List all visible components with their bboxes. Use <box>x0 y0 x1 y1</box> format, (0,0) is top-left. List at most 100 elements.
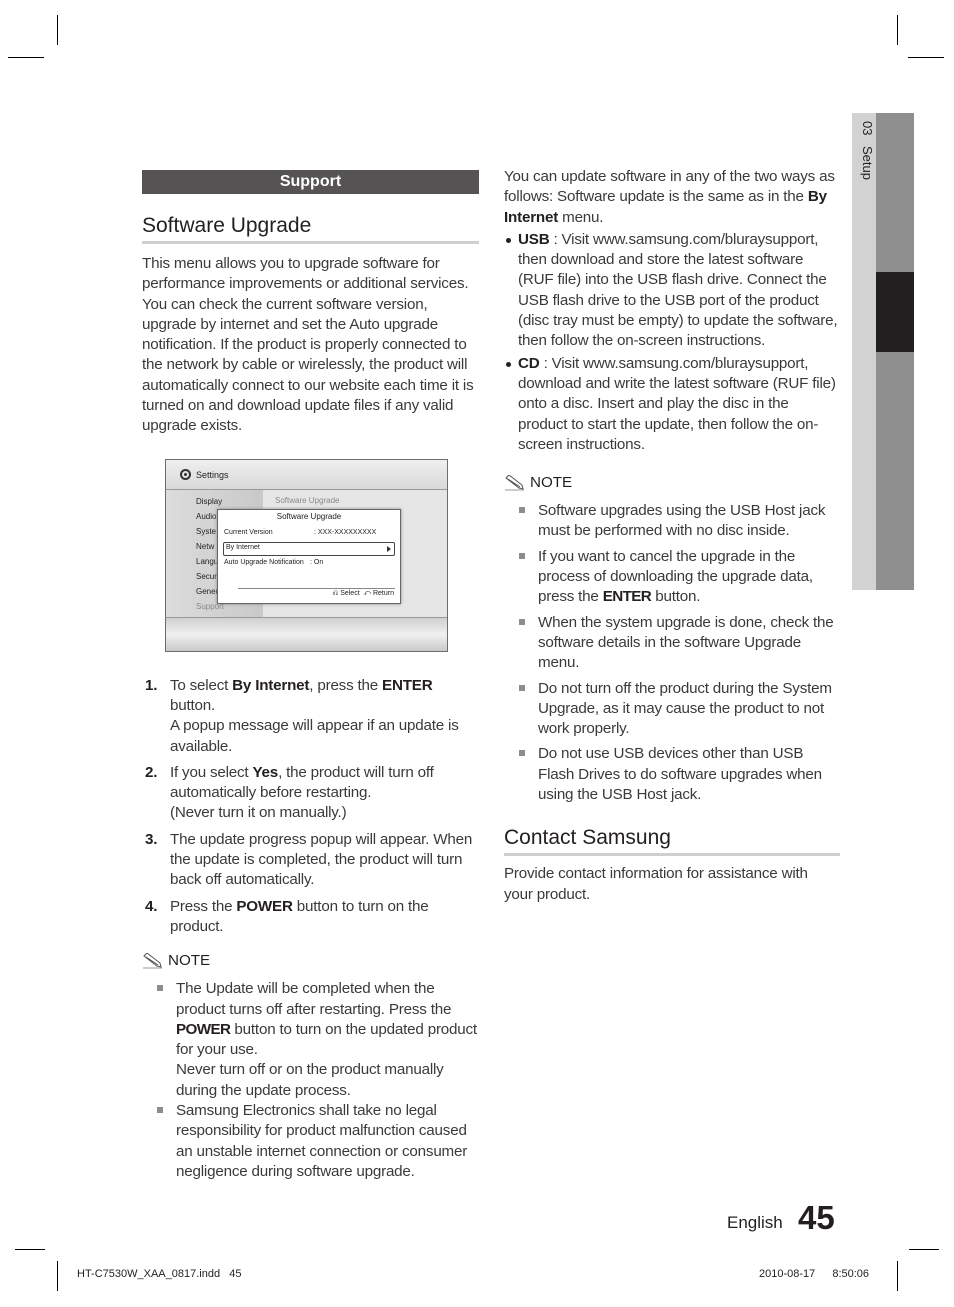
intro-text: You can update software in any of the tw… <box>504 168 835 206</box>
right-pane-title: Software Upgrade <box>275 495 340 505</box>
note-item: If you want to cancel the upgrade in the… <box>504 547 840 608</box>
chapter-tab-active-marker <box>876 272 914 352</box>
screen-header: Settings <box>166 459 447 490</box>
popup-divider <box>238 587 395 589</box>
note-label: NOTE <box>168 952 211 970</box>
step-item: 3. The update progress popup will appear… <box>142 830 479 891</box>
step-text: To select <box>170 676 233 694</box>
by-internet-label: By Internet <box>226 543 260 551</box>
note-text: When the system upgrade is done, check t… <box>538 613 834 672</box>
step-text: Press the <box>170 897 237 915</box>
bullet-icon <box>506 237 511 243</box>
menu-item: Syste <box>196 526 217 536</box>
slug-time: 8:50:06 <box>832 1268 870 1280</box>
note-heading: NOTE <box>504 473 840 493</box>
return-icon: ↶ <box>363 589 372 597</box>
step-bold: By Internet <box>232 676 310 694</box>
method-label: CD <box>518 354 540 372</box>
method-item: CD : Visit www.samsung.com/bluraysupport… <box>504 354 840 455</box>
update-methods-list: USB : Visit www.samsung.com/bluraysuppor… <box>504 230 840 455</box>
note-item: Do not turn off the product during the S… <box>504 679 840 740</box>
current-version-label: Current Version <box>224 528 273 536</box>
menu-item: Langu <box>196 556 219 566</box>
note-text: Software upgrades using the USB Host jac… <box>538 502 826 540</box>
note-bold: ENTER <box>602 588 652 606</box>
note-item: The Update will be completed when the pr… <box>142 979 479 1101</box>
step-text: If you select <box>170 763 253 781</box>
square-bullet-icon <box>519 684 525 691</box>
note-text: Do not turn off the product during the S… <box>538 679 832 738</box>
step-text: , press the <box>309 676 383 694</box>
note-heading: NOTE <box>142 951 479 971</box>
popup-title: Software Upgrade <box>276 511 342 521</box>
pencil-note-icon <box>143 953 162 969</box>
crop-mark <box>909 1249 939 1250</box>
step-bold: POWER <box>236 897 293 915</box>
step-number: 1. <box>145 676 158 694</box>
auto-upgrade-label: Auto Upgrade Notification <box>224 558 304 566</box>
crop-mark <box>897 15 898 45</box>
step-bold: ENTER <box>382 676 433 694</box>
enter-key-icon: ⎌ <box>332 589 339 597</box>
contact-heading: Contact Samsung <box>504 825 840 857</box>
chapter-tab-light <box>852 113 876 590</box>
note-text: The Update will be completed when the pr… <box>176 980 452 1018</box>
square-bullet-icon <box>519 552 525 559</box>
note-item: Software upgrades using the USB Host jac… <box>504 501 840 542</box>
page-number: 45 <box>798 1199 835 1236</box>
chapter-tab-label: 03 Setup <box>853 121 875 180</box>
method-item: USB : Visit www.samsung.com/bluraysuppor… <box>504 230 840 352</box>
chapter-title: Setup <box>860 146 875 181</box>
note-item: Do not use USB devices other than USB Fl… <box>504 744 840 805</box>
intro-paragraph: This menu allows you to upgrade software… <box>142 255 474 435</box>
chapter-number: 03 <box>860 121 875 136</box>
note-extra: Never turn off or on the product manuall… <box>176 1061 444 1099</box>
bullet-icon <box>506 361 511 367</box>
arrow-right-icon <box>387 545 391 552</box>
right-column: You can update software in any of the tw… <box>504 167 840 905</box>
slug-timestamp: 2010-08-17 8:50:06 <box>759 1268 869 1280</box>
step-item: 4. Press the POWER button to turn on the… <box>142 897 479 938</box>
by-internet-option: By Internet <box>223 541 395 556</box>
square-bullet-icon <box>519 750 525 757</box>
page-language: English <box>727 1213 783 1232</box>
menu-item: Audio <box>196 511 217 521</box>
step-extra: (Never turn it on manually.) <box>170 804 347 822</box>
step-number: 2. <box>145 763 158 781</box>
method-text: : Visit www.samsung.com/bluraysupport, t… <box>518 230 838 350</box>
square-bullet-icon <box>157 985 163 992</box>
crop-mark <box>8 57 44 58</box>
note-item: Samsung Electronics shall take no legal … <box>142 1101 479 1182</box>
return-key-label: Return <box>372 589 394 597</box>
update-intro: You can update software in any of the tw… <box>504 167 840 228</box>
section-heading: Software Upgrade <box>142 213 479 244</box>
method-label: USB <box>518 230 550 248</box>
settings-screenshot: Settings Display Audio Syste Netw Langu … <box>165 458 448 652</box>
square-bullet-icon <box>519 507 525 514</box>
section-bar: Support <box>142 170 479 194</box>
step-item: 1. To select By Internet, press the ENTE… <box>142 676 479 757</box>
square-bullet-icon <box>157 1107 163 1114</box>
crop-mark <box>15 1249 45 1250</box>
note-text: button. <box>651 588 701 606</box>
slug-date: 2010-08-17 <box>759 1268 816 1280</box>
menu-item: Display <box>196 496 223 506</box>
note-label: NOTE <box>530 474 573 492</box>
step-extra: A popup message will appear if an update… <box>170 717 459 755</box>
menu-item: Netw <box>196 541 215 551</box>
contact-text: Provide contact information for assistan… <box>504 865 808 903</box>
step-number: 4. <box>145 897 158 915</box>
menu-item: Secur <box>196 571 217 581</box>
slug-filename: HT-C7530W_XAA_0817.indd 45 <box>77 1268 242 1280</box>
auto-upgrade-value: : On <box>310 558 324 566</box>
screen-title: Settings <box>196 469 229 480</box>
note-item: When the system upgrade is done, check t… <box>504 613 840 674</box>
note-text: Samsung Electronics shall take no legal … <box>176 1102 468 1180</box>
crop-mark <box>57 15 58 45</box>
square-bullet-icon <box>519 618 525 625</box>
crop-mark <box>908 57 944 58</box>
step-item: 2. If you select Yes, the product will t… <box>142 763 479 824</box>
steps-list: 1. To select By Internet, press the ENTE… <box>142 676 479 938</box>
gear-icon <box>180 468 191 480</box>
select-key-label: Select <box>340 589 360 597</box>
